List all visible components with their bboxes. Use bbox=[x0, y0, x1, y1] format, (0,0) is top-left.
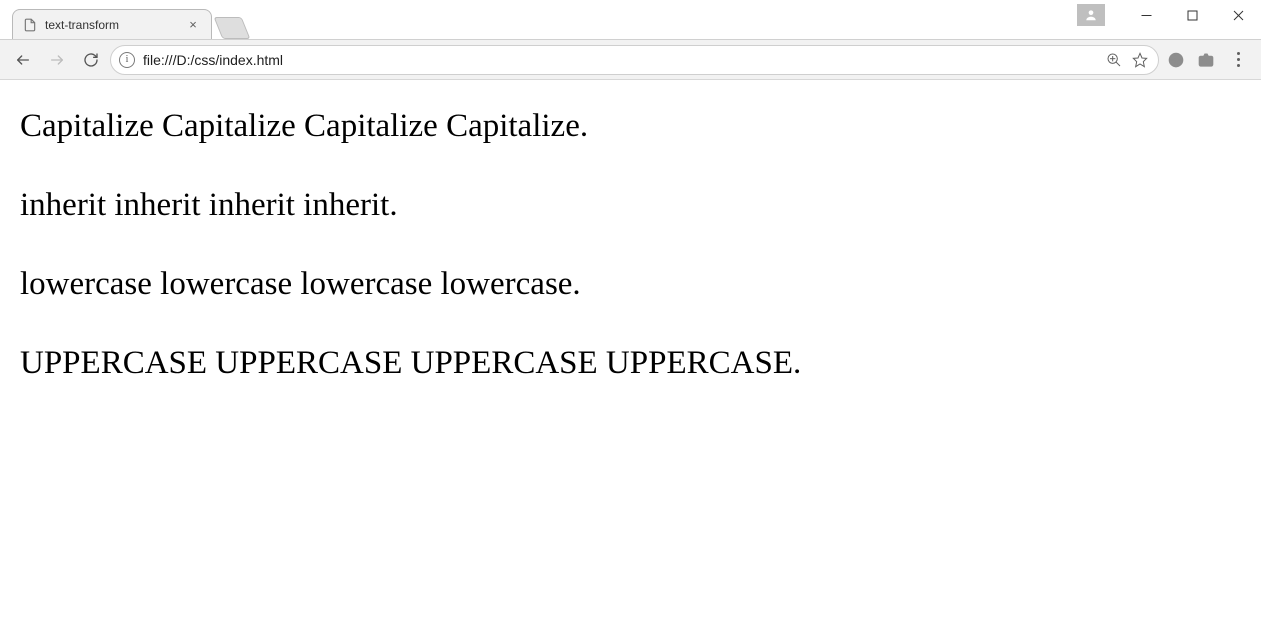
content-line-3: lowercase lowercase lowercase lowercase. bbox=[20, 266, 1241, 303]
tab-strip: text-transform × bbox=[0, 0, 246, 39]
window-close-button[interactable] bbox=[1215, 0, 1261, 30]
window-minimize-button[interactable] bbox=[1123, 0, 1169, 30]
zoom-icon[interactable] bbox=[1104, 50, 1124, 70]
address-bar[interactable]: i bbox=[110, 45, 1159, 75]
content-line-2: inherit inherit inherit inherit. bbox=[20, 187, 1241, 224]
content-line-4: UPPERCASE UPPERCASE UPPERCASE UPPERCASE. bbox=[20, 345, 1241, 382]
page-icon bbox=[23, 18, 37, 32]
url-input[interactable] bbox=[141, 51, 1098, 69]
extension-camera-icon[interactable] bbox=[1193, 47, 1219, 73]
bookmark-star-icon[interactable] bbox=[1130, 50, 1150, 70]
site-info-icon[interactable]: i bbox=[119, 52, 135, 68]
user-profile-button[interactable] bbox=[1077, 4, 1105, 26]
back-button[interactable] bbox=[8, 45, 38, 75]
reload-button[interactable] bbox=[76, 45, 106, 75]
tab-title: text-transform bbox=[45, 18, 179, 32]
window-controls bbox=[1077, 0, 1261, 30]
new-tab-button[interactable] bbox=[214, 17, 251, 39]
close-tab-button[interactable]: × bbox=[185, 17, 201, 33]
kebab-icon bbox=[1237, 52, 1240, 67]
browser-tab[interactable]: text-transform × bbox=[12, 9, 212, 39]
browser-menu-button[interactable] bbox=[1223, 45, 1253, 75]
content-line-1: Capitalize Capitalize Capitalize Capital… bbox=[20, 108, 1241, 145]
page-viewport: Capitalize Capitalize Capitalize Capital… bbox=[0, 80, 1261, 618]
forward-button[interactable] bbox=[42, 45, 72, 75]
browser-toolbar: i bbox=[0, 40, 1261, 80]
window-maximize-button[interactable] bbox=[1169, 0, 1215, 30]
window-titlebar: text-transform × bbox=[0, 0, 1261, 40]
extension-globe-icon[interactable] bbox=[1163, 47, 1189, 73]
